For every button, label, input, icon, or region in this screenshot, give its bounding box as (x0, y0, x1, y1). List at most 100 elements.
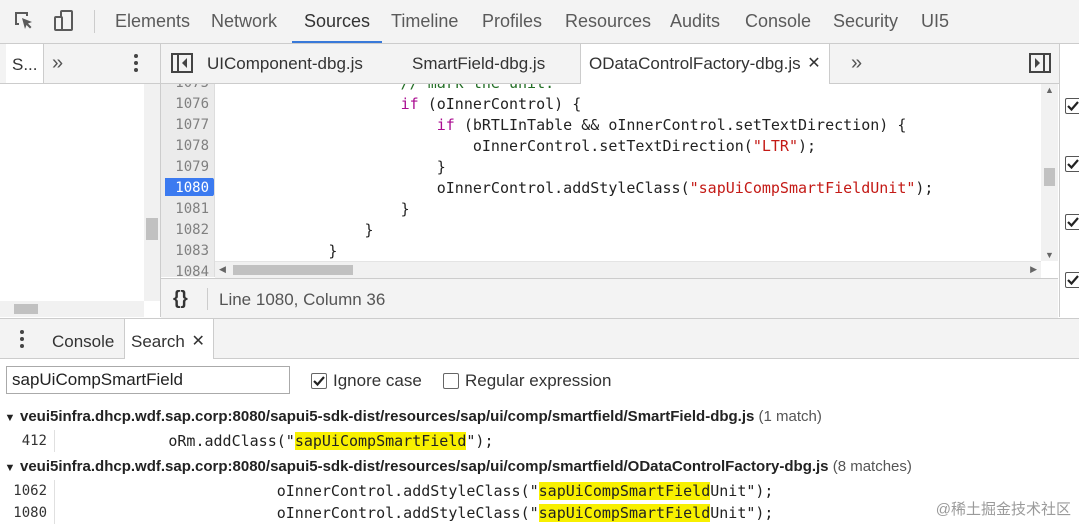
match-highlight: sapUiCompSmartField (294, 432, 467, 450)
editor-tab-smartfield[interactable]: SmartField-dbg.js (412, 44, 545, 83)
ignore-case-checkbox[interactable] (311, 373, 327, 389)
pretty-print-button[interactable]: {} (173, 279, 188, 318)
result-line-number: 1062 (13, 483, 47, 499)
editor-tab-label: ODataControlFactory-dbg.js (589, 54, 801, 73)
editor-vertical-scrollbar[interactable]: ▲ ▼ (1041, 84, 1058, 261)
toolbar-divider (94, 10, 95, 33)
expand-triangle-icon[interactable]: ▼ (0, 407, 20, 429)
result-file-header[interactable]: ▼ veui5infra.dhcp.wdf.sap.corp:8080/sapui… (0, 456, 912, 478)
tab-ui5[interactable]: UI5 (921, 0, 949, 43)
toggle-navigator-icon[interactable] (171, 53, 193, 73)
line-number[interactable]: 1083 (161, 241, 209, 262)
result-divider (54, 502, 55, 524)
regex-label[interactable]: Regular expression (465, 371, 611, 391)
drawer-menu-icon[interactable] (18, 329, 26, 349)
drawer-tab-label: Search (131, 332, 185, 351)
editor-tab-odatacontrolfactory[interactable]: ODataControlFactory-dbg.js ✕ (580, 44, 830, 84)
line-number[interactable]: 1084 (161, 262, 209, 277)
sidebar-checkbox[interactable] (1065, 214, 1079, 230)
line-number[interactable]: 1075 (161, 84, 209, 94)
line-number-gutter: 1075 1076 1077 1078 1079 1080 1081 1082 … (161, 84, 215, 277)
close-tab-icon[interactable]: ✕ (191, 319, 204, 364)
devtools-toolbar: Elements Network Sources Timeline Profil… (0, 0, 1079, 44)
scrollbar-thumb[interactable] (146, 218, 158, 240)
result-row[interactable]: 1080 oInnerControl.addStyleClass("sapUiC… (0, 502, 1079, 524)
toggle-debugger-sidebar-icon[interactable] (1029, 53, 1051, 73)
inspect-element-icon[interactable] (12, 9, 36, 33)
navigator-vertical-scrollbar[interactable] (144, 84, 160, 301)
editor-tab-uicomponent[interactable]: UIComponent-dbg.js (207, 44, 363, 83)
code-line[interactable]: } (220, 157, 446, 178)
tab-security[interactable]: Security (833, 0, 898, 43)
result-row[interactable]: 412 oRm.addClass("sapUiCompSmartField"); (0, 430, 1079, 452)
editor-status-bar: {} Line 1080, Column 36 (161, 278, 1058, 318)
tab-timeline[interactable]: Timeline (391, 0, 458, 43)
search-results: ▼ veui5infra.dhcp.wdf.sap.corp:8080/sapui… (0, 405, 1079, 525)
code-editor[interactable]: // mark the unit. if (oInnerControl) { i… (215, 84, 1041, 261)
tab-resources[interactable]: Resources (565, 0, 651, 43)
code-line[interactable]: oInnerControl.setTextDirection("LTR"); (220, 136, 816, 157)
status-divider (207, 288, 208, 310)
expand-triangle-icon[interactable]: ▼ (0, 457, 20, 479)
editor-horizontal-scrollbar[interactable]: ◀ ▶ (215, 261, 1041, 278)
more-options-icon[interactable] (130, 52, 142, 74)
result-row[interactable]: 1062 oInnerControl.addStyleClass("sapUiC… (0, 480, 1079, 502)
result-code: oRm.addClass("sapUiCompSmartField"); (168, 432, 494, 450)
close-tab-icon[interactable]: ✕ (807, 44, 820, 84)
result-code: oInnerControl.addStyleClass("sapUiCompSm… (276, 504, 774, 522)
scroll-up-arrow-icon[interactable]: ▲ (1045, 85, 1054, 95)
scrollbar-thumb[interactable] (1044, 168, 1055, 186)
device-mode-icon[interactable] (52, 9, 76, 33)
line-number[interactable]: 1081 (161, 199, 209, 220)
navigator-more-tabs[interactable]: » (52, 44, 63, 83)
tab-profiles[interactable]: Profiles (482, 0, 542, 43)
result-divider (54, 480, 55, 502)
result-file-header[interactable]: ▼ veui5infra.dhcp.wdf.sap.corp:8080/sapui… (0, 406, 822, 428)
sidebar-checkbox[interactable] (1065, 156, 1079, 172)
line-number[interactable]: 1076 (161, 94, 209, 115)
navigator-tab-sources[interactable]: S... (6, 44, 44, 83)
result-code: oInnerControl.addStyleClass("sapUiCompSm… (276, 482, 774, 500)
tab-sources[interactable]: Sources (292, 0, 383, 43)
scrollbar-thumb[interactable] (14, 304, 38, 314)
search-input[interactable] (6, 366, 290, 394)
navigator-header: S... » (0, 44, 160, 84)
scroll-left-arrow-icon[interactable]: ◀ (219, 264, 226, 275)
line-number[interactable]: 1079 (161, 157, 209, 178)
code-line[interactable]: oInnerControl.addStyleClass("sapUiCompSm… (220, 178, 934, 199)
tab-audits[interactable]: Audits (670, 0, 720, 43)
result-file-path: veui5infra.dhcp.wdf.sap.corp:8080/sapui5… (20, 408, 755, 425)
drawer-tab-console[interactable]: Console (52, 319, 114, 358)
match-highlight: sapUiCompSmartField (538, 504, 711, 522)
sidebar-checkbox[interactable] (1065, 98, 1079, 114)
editor-tab-strip: UIComponent-dbg.js SmartField-dbg.js ODa… (161, 44, 1059, 84)
code-line[interactable]: // mark the unit. (220, 84, 555, 94)
code-line[interactable]: if (oInnerControl) { (220, 94, 582, 115)
tab-network[interactable]: Network (211, 0, 277, 43)
result-divider (54, 430, 55, 452)
scroll-down-arrow-icon[interactable]: ▼ (1045, 250, 1054, 260)
tab-elements[interactable]: Elements (115, 0, 190, 43)
ignore-case-label[interactable]: Ignore case (333, 371, 422, 391)
code-line[interactable]: } (220, 199, 410, 220)
match-highlight: sapUiCompSmartField (538, 482, 711, 500)
sidebar-checkbox[interactable] (1065, 272, 1079, 288)
code-line[interactable]: } (220, 241, 337, 261)
scrollbar-thumb[interactable] (233, 265, 353, 275)
line-number[interactable]: 1078 (161, 136, 209, 157)
result-match-count: (1 match) (758, 408, 822, 425)
line-number-breakpoint[interactable]: 1080 (161, 178, 209, 199)
drawer-tab-strip: Console Search ✕ (0, 318, 1079, 359)
result-match-count: (8 matches) (832, 458, 912, 475)
code-line[interactable]: if (bRTLInTable && oInnerControl.setText… (220, 115, 907, 136)
regex-checkbox[interactable] (443, 373, 459, 389)
watermark: @稀土掘金技术社区 (935, 501, 1071, 518)
scroll-right-arrow-icon[interactable]: ▶ (1030, 264, 1037, 275)
code-line[interactable]: } (220, 220, 374, 241)
editor-more-tabs[interactable]: » (851, 44, 862, 83)
line-number[interactable]: 1077 (161, 115, 209, 136)
drawer-tab-search[interactable]: Search ✕ (124, 319, 214, 359)
line-number[interactable]: 1082 (161, 220, 209, 241)
navigator-horizontal-scrollbar[interactable] (0, 301, 144, 317)
tab-console[interactable]: Console (745, 0, 811, 43)
